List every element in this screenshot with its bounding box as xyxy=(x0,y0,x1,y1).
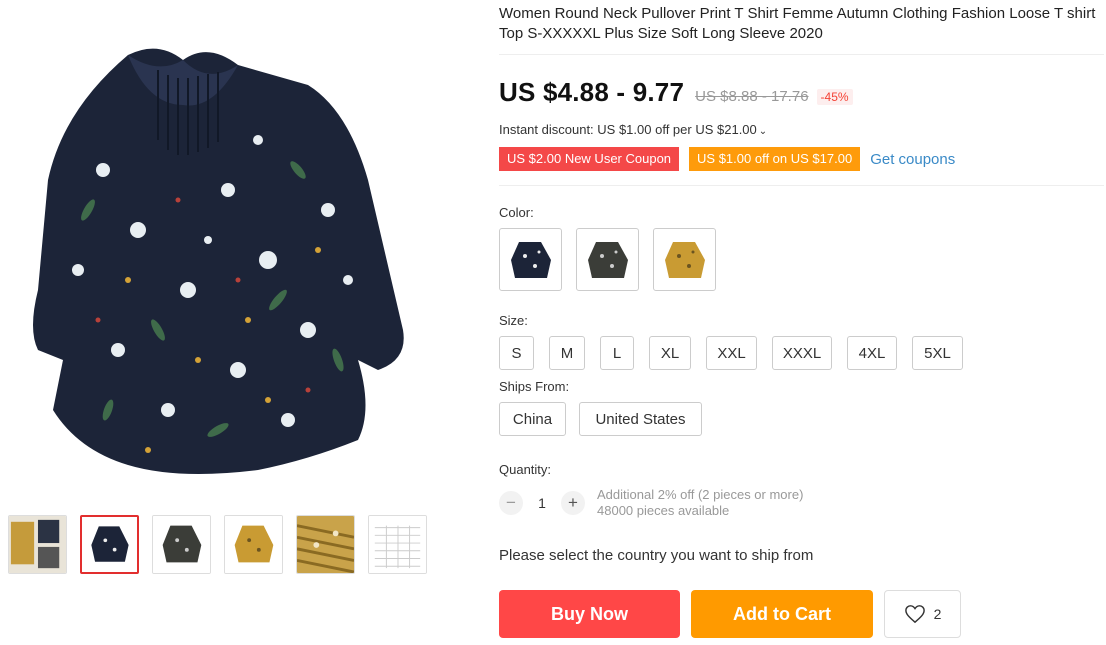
quantity-stepper: − 1 + Additional 2% off (2 pieces or mor… xyxy=(499,487,1104,519)
stock-available-text: 48000 pieces available xyxy=(597,503,730,518)
color-label: Color: xyxy=(499,205,534,220)
divider xyxy=(499,54,1104,55)
instant-discount-text: Instant discount: US $1.00 off per US $2… xyxy=(499,122,757,137)
chevron-down-icon: ⌄ xyxy=(758,126,768,137)
color-option-navy[interactable] xyxy=(499,228,562,291)
size-option-l[interactable]: L xyxy=(600,336,634,370)
ship-from-china[interactable]: China xyxy=(499,402,566,436)
get-coupons-link[interactable]: Get coupons xyxy=(870,151,955,168)
coupon-row: US $2.00 New User Coupon US $1.00 off on… xyxy=(499,147,1104,171)
thumbnail-strip xyxy=(8,515,427,574)
new-user-coupon[interactable]: US $2.00 New User Coupon xyxy=(499,147,680,171)
quantity-section: Quantity: − 1 + Additional 2% off (2 pie… xyxy=(499,462,1104,519)
thumbnail-2[interactable] xyxy=(80,515,139,574)
size-option-xxxl[interactable]: XXXL xyxy=(772,336,832,370)
buy-now-button[interactable]: Buy Now xyxy=(499,590,680,638)
thumbnail-1[interactable] xyxy=(8,515,67,574)
product-title: Women Round Neck Pullover Print T Shirt … xyxy=(499,5,1096,42)
color-option-yellow[interactable] xyxy=(653,228,716,291)
price-row: US $4.88 - 9.77 US $8.88 - 17.76 -45% xyxy=(499,77,1104,108)
quantity-info: Additional 2% off (2 pieces or more) 480… xyxy=(597,487,803,519)
color-options xyxy=(499,228,1104,291)
instant-discount[interactable]: Instant discount: US $1.00 off per US $2… xyxy=(499,122,1104,137)
ship-from-united-states[interactable]: United States xyxy=(579,402,702,436)
color-section: Color: xyxy=(499,205,1104,291)
wishlist-count: 2 xyxy=(933,606,942,622)
divider xyxy=(499,185,1104,186)
original-price: US $8.88 - 17.76 xyxy=(695,88,809,105)
size-label: Size: xyxy=(499,313,528,328)
ship-country-message: Please select the country you want to sh… xyxy=(499,547,814,564)
discount-badge: -45% xyxy=(816,89,853,105)
quantity-decrease-button[interactable]: − xyxy=(499,491,523,515)
size-option-4xl[interactable]: 4XL xyxy=(847,336,897,370)
ships-from-label: Ships From: xyxy=(499,379,570,394)
main-product-image[interactable] xyxy=(8,30,428,480)
wishlist-button[interactable]: 2 xyxy=(884,590,961,638)
bulk-discount-text: Additional 2% off (2 pieces or more) xyxy=(597,487,804,502)
heart-icon xyxy=(904,605,925,624)
size-option-s[interactable]: S xyxy=(499,336,534,370)
size-option-5xl[interactable]: 5XL xyxy=(912,336,963,370)
add-to-cart-button[interactable]: Add to Cart xyxy=(691,590,873,638)
ships-from-section: Ships From: China United States xyxy=(499,379,1104,436)
size-options: S M L XL XXL XXXL 4XL 5XL xyxy=(499,336,1104,370)
product-info-panel: Women Round Neck Pullover Print T Shirt … xyxy=(499,0,1104,638)
thumbnail-6-size-chart[interactable] xyxy=(368,515,427,574)
quantity-increase-button[interactable]: + xyxy=(561,491,585,515)
size-section: Size: S M L XL XXL XXXL 4XL 5XL xyxy=(499,313,1104,370)
action-buttons: Buy Now Add to Cart 2 xyxy=(499,590,1104,638)
store-coupon[interactable]: US $1.00 off on US $17.00 xyxy=(689,147,861,171)
size-option-m[interactable]: M xyxy=(549,336,585,370)
ships-from-options: China United States xyxy=(499,402,1104,436)
current-price: US $4.88 - 9.77 xyxy=(499,77,685,107)
thumbnail-5[interactable] xyxy=(296,515,355,574)
thumbnail-4[interactable] xyxy=(224,515,283,574)
quantity-label: Quantity: xyxy=(499,462,552,477)
size-option-xl[interactable]: XL xyxy=(649,336,691,370)
color-option-gray[interactable] xyxy=(576,228,639,291)
quantity-value[interactable]: 1 xyxy=(523,495,561,511)
thumbnail-3[interactable] xyxy=(152,515,211,574)
size-option-xxl[interactable]: XXL xyxy=(706,336,757,370)
